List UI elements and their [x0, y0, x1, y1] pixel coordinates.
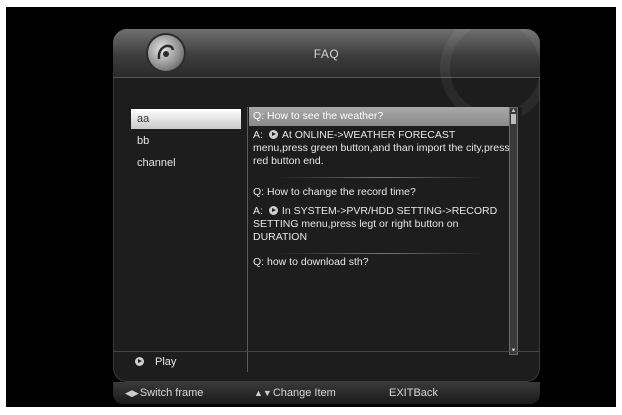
play-icon — [135, 357, 144, 366]
faq-window: FAQ aa bb channel Q: How to see the weat… — [113, 29, 540, 382]
faq-item: Q: How to see the weather? A: At ONLINE->… — [249, 107, 515, 184]
list-item-bb[interactable]: bb — [131, 131, 241, 151]
change-item-hint: ▲▼Change Item — [254, 382, 336, 404]
change-item-label: Change Item — [272, 387, 336, 399]
faq-question[interactable]: Q: how to download sth? — [249, 253, 515, 272]
faq-content-pane: Q: How to see the weather? A: At ONLINE->… — [249, 107, 522, 372]
page-title: FAQ — [313, 47, 340, 61]
faq-answer: A: At ONLINE->WEATHER FORECAST menu,press… — [249, 126, 515, 171]
play-arrow-icon — [268, 206, 278, 215]
faq-item: Q: How to change the record time? A: In S… — [249, 183, 515, 260]
answer-prefix: A: — [253, 129, 263, 141]
category-list: aa bb channel — [123, 107, 248, 372]
switch-frame-hint: ◀▶Switch frame — [125, 382, 203, 404]
list-item-aa[interactable]: aa — [131, 109, 241, 129]
play-row[interactable]: Play — [113, 351, 540, 372]
left-right-arrows-icon: ◀▶ — [125, 388, 139, 398]
faq-question[interactable]: Q: How to change the record time? — [249, 183, 515, 202]
scrollbar[interactable]: ▲ ▼ — [509, 107, 518, 355]
key-hint-bar: ◀▶Switch frame ▲▼Change Item EXITBack — [113, 382, 540, 404]
tv-screen: FAQ aa bb channel Q: How to see the weat… — [6, 7, 616, 407]
answer-text: In SYSTEM->PVR/HDD SETTING->RECORD SETTI… — [253, 205, 498, 243]
faq-item: Q: how to download sth? — [249, 253, 515, 272]
answer-prefix: A: — [253, 205, 263, 217]
switch-frame-label: Switch frame — [139, 387, 204, 399]
faq-question[interactable]: Q: How to see the weather? — [249, 107, 515, 126]
back-label: Back — [413, 387, 438, 399]
play-label: Play — [155, 356, 177, 368]
answer-text: At ONLINE->WEATHER FORECAST menu,press g… — [253, 129, 510, 167]
window-header: FAQ — [113, 29, 540, 123]
list-item-channel[interactable]: channel — [131, 153, 241, 173]
faq-answer: A: In SYSTEM->PVR/HDD SETTING->RECORD SET… — [249, 202, 515, 247]
exit-hint: EXITBack — [389, 382, 438, 404]
play-arrow-icon — [268, 130, 278, 139]
scroll-thumb[interactable] — [511, 114, 516, 124]
exit-key-label: EXIT — [389, 387, 414, 399]
up-down-arrows-icon: ▲▼ — [254, 388, 272, 398]
divider — [279, 177, 485, 178]
